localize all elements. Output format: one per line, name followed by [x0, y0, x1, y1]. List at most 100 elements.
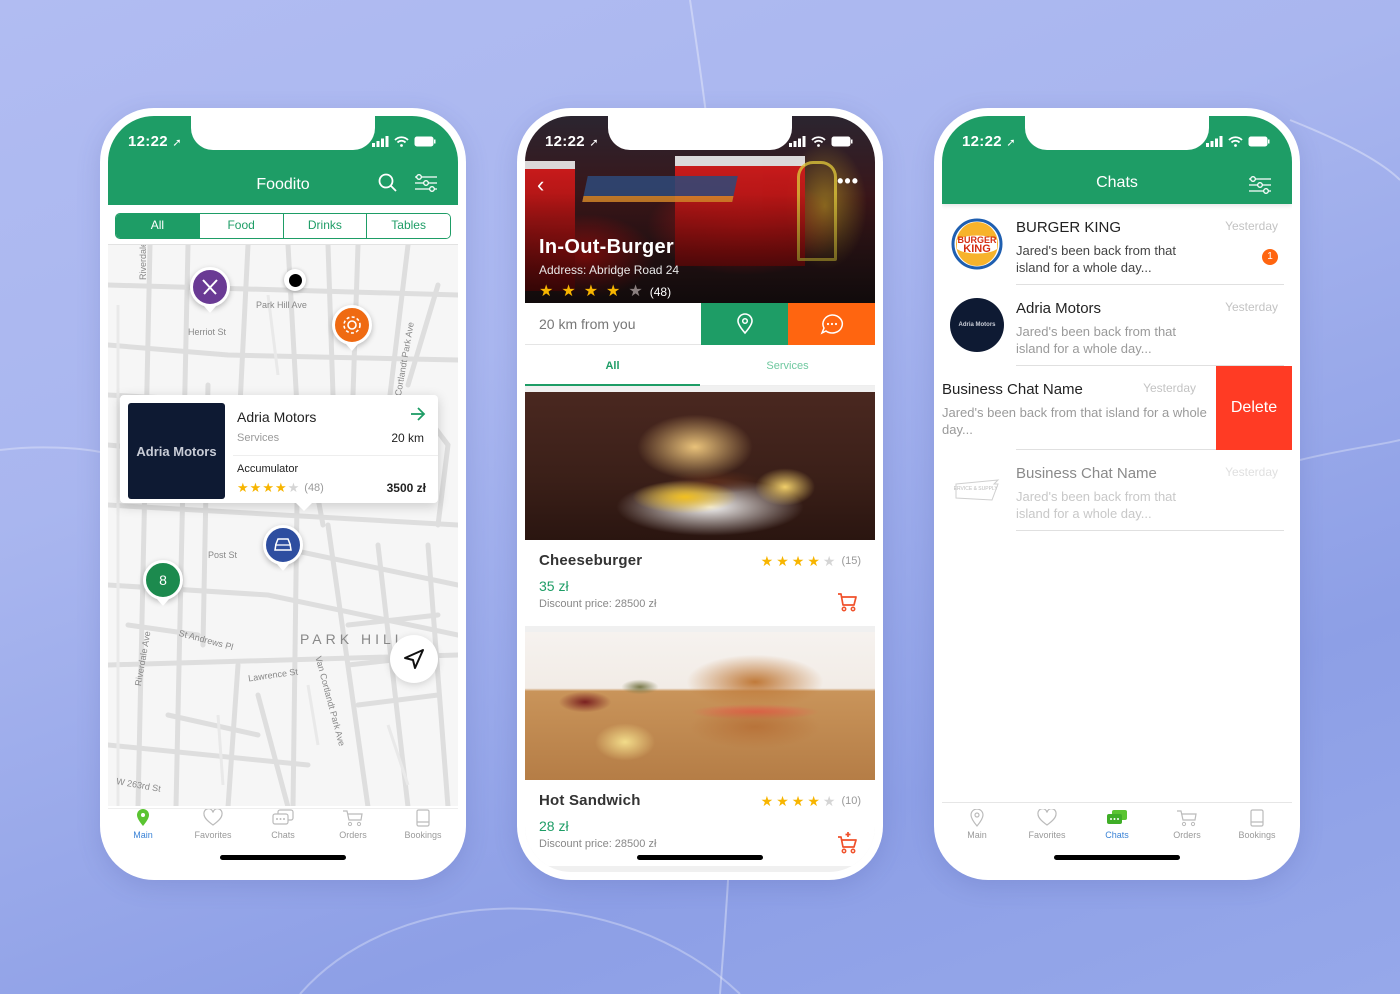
tab-orders[interactable]: Orders: [323, 809, 383, 858]
chat-list-item-swiped[interactable]: Business Chat Name Jared's been back fro…: [942, 366, 1292, 450]
divider: [233, 455, 438, 456]
menu-item-rating: ★ ★ ★ ★ ★ (10): [761, 794, 861, 808]
place-category: Services: [237, 432, 280, 444]
heart-icon: [1037, 809, 1057, 826]
home-indicator: [637, 855, 763, 860]
burger-king-logo-icon: BURGER KING: [951, 218, 1003, 270]
show-on-map-button[interactable]: [701, 303, 788, 345]
tab-bookings[interactable]: Bookings: [1227, 809, 1287, 852]
my-location-button[interactable]: [390, 635, 438, 683]
tab-bookings[interactable]: Bookings: [393, 809, 453, 858]
phone-restaurant-detail: 12:22 ➚ ‹ ••• In-Out-Burger Address: Abr…: [517, 108, 883, 880]
chat-message-preview: Jared's been back from that island for a…: [1016, 489, 1177, 521]
menu-item-discount: Discount price: 28500 zł: [539, 598, 657, 610]
chat-time: Yesterday: [1143, 381, 1196, 395]
car-pin[interactable]: [263, 525, 303, 565]
filter-sliders-icon[interactable]: [414, 173, 438, 193]
place-price: 3500 zł: [386, 481, 426, 495]
star-filled-icon: ★: [807, 553, 820, 569]
restaurant-address: Address: Abridge Road 24: [539, 263, 680, 277]
tab-main[interactable]: Main: [113, 809, 173, 858]
tab-main[interactable]: Main: [947, 809, 1007, 852]
cart-add-icon[interactable]: [837, 832, 857, 854]
star-filled-icon: ★: [760, 553, 774, 569]
restaurant-rating: ★ ★ ★ ★ ★ (48): [539, 284, 671, 300]
place-rating: ★ ★ ★ ★ ★ (48): [237, 481, 324, 494]
segment-all[interactable]: All: [116, 214, 199, 238]
phone-chats: 12:22 ➚ Chats BURGER KING BURGER KING Ja…: [934, 108, 1300, 880]
menu-item-price: 28 zł: [539, 818, 569, 834]
star-filled-icon: ★: [539, 283, 554, 300]
tab-chats[interactable]: Chats: [1087, 809, 1147, 852]
filter-sliders-icon[interactable]: [1248, 175, 1272, 195]
review-count: (10): [841, 795, 861, 807]
tab-services[interactable]: Services: [700, 346, 875, 385]
star-filled-icon: ★: [606, 283, 621, 300]
cluster-pin[interactable]: 8: [143, 560, 183, 600]
home-indicator: [220, 855, 346, 860]
cheeseburger-image: [525, 392, 875, 540]
menu-item-card[interactable]: Hot Sandwich ★ ★ ★ ★ ★ (10) 28 zł Discount p…: [525, 632, 875, 866]
fork-knife-icon: [202, 279, 218, 295]
services-pin[interactable]: [332, 305, 372, 345]
tab-chats[interactable]: Chats: [253, 809, 313, 858]
star-filled-icon: ★: [776, 793, 789, 809]
category-segmented-control: All Food Drinks Tables: [115, 213, 451, 239]
menu-item-card[interactable]: Cheeseburger ★ ★ ★ ★ ★ (15) 35 zł Discount p…: [525, 392, 875, 626]
heart-icon: [203, 809, 223, 826]
status-time: 12:22 ➚: [962, 132, 1016, 150]
place-thumbnail: Adria Motors: [128, 403, 225, 499]
place-preview-card[interactable]: Adria Motors Adria Motors Services 20 km…: [120, 395, 438, 511]
svg-text:KING: KING: [963, 243, 991, 255]
chat-name: BURGER KING: [1016, 219, 1122, 236]
location-arrow-icon: ➚: [589, 136, 599, 149]
bottom-tab-bar: Main Favorites Chats Orders Bookings: [942, 802, 1292, 852]
arrow-right-icon[interactable]: [410, 407, 426, 421]
more-options-icon[interactable]: •••: [837, 171, 859, 192]
chat-message-preview: Jared's been back from that island for a…: [1016, 243, 1177, 275]
tab-orders[interactable]: Orders: [1157, 809, 1217, 852]
phone-notch: [1025, 116, 1209, 150]
avatar: SERVICE & SUPPLY: [950, 463, 1004, 517]
map-pin-icon: [970, 809, 984, 827]
wifi-icon: [811, 135, 826, 147]
tab-favorites[interactable]: Favorites: [1017, 809, 1077, 852]
hot-sandwich-image: [525, 632, 875, 780]
star-filled-icon: ★: [791, 553, 805, 569]
search-icon[interactable]: [378, 173, 398, 193]
cart-icon: [343, 810, 363, 827]
restaurant-pin[interactable]: [190, 267, 230, 307]
delete-button[interactable]: Delete: [1216, 366, 1292, 450]
segment-tables[interactable]: Tables: [366, 214, 450, 238]
distance-action-row: 20 km from you: [525, 303, 875, 345]
page-title: Chats: [1096, 174, 1138, 191]
segment-food[interactable]: Food: [198, 214, 283, 238]
street-label: Park Hill Ave: [256, 300, 307, 310]
star-empty-icon: ★: [628, 283, 643, 300]
app-title: Foodito: [256, 176, 310, 193]
phone-foodito-map: 12:22 ➚ Foodito All Food Drinks Tables R…: [100, 108, 466, 880]
district-label: PARK HILL: [300, 631, 407, 647]
chat-list-item[interactable]: BURGER KING BURGER KING Jared's been bac…: [942, 204, 1292, 285]
place-name: Adria Motors: [237, 409, 317, 425]
location-arrow-icon: ➚: [1006, 136, 1016, 149]
cart-icon: [1177, 810, 1197, 827]
chat-bubbles-icon: [272, 809, 294, 825]
phone-notch: [191, 116, 375, 150]
back-chevron-icon[interactable]: ‹: [537, 172, 544, 198]
chat-button[interactable]: [788, 303, 875, 345]
tab-all[interactable]: All: [525, 346, 700, 386]
street-label: Herriot St: [188, 327, 227, 337]
car-icon: [274, 538, 292, 551]
map-view[interactable]: Riverdale Ave Park Hill Ave Herriot St C…: [108, 244, 458, 806]
tab-favorites[interactable]: Favorites: [183, 809, 243, 858]
chat-list-item[interactable]: Adria Motors Adria Motors Jared's been b…: [942, 285, 1292, 366]
review-count: (48): [304, 481, 324, 494]
cart-icon[interactable]: [837, 592, 857, 612]
chat-list-item[interactable]: SERVICE & SUPPLY Business Chat Name Jare…: [942, 450, 1292, 531]
place-item-name: Accumulator: [237, 463, 299, 475]
segment-drinks[interactable]: Drinks: [282, 214, 367, 238]
chat-bubbles-icon: [1107, 810, 1127, 824]
star-empty-icon: ★: [287, 480, 300, 495]
chat-message-preview: Jared's been back from that island for a…: [1016, 324, 1177, 356]
